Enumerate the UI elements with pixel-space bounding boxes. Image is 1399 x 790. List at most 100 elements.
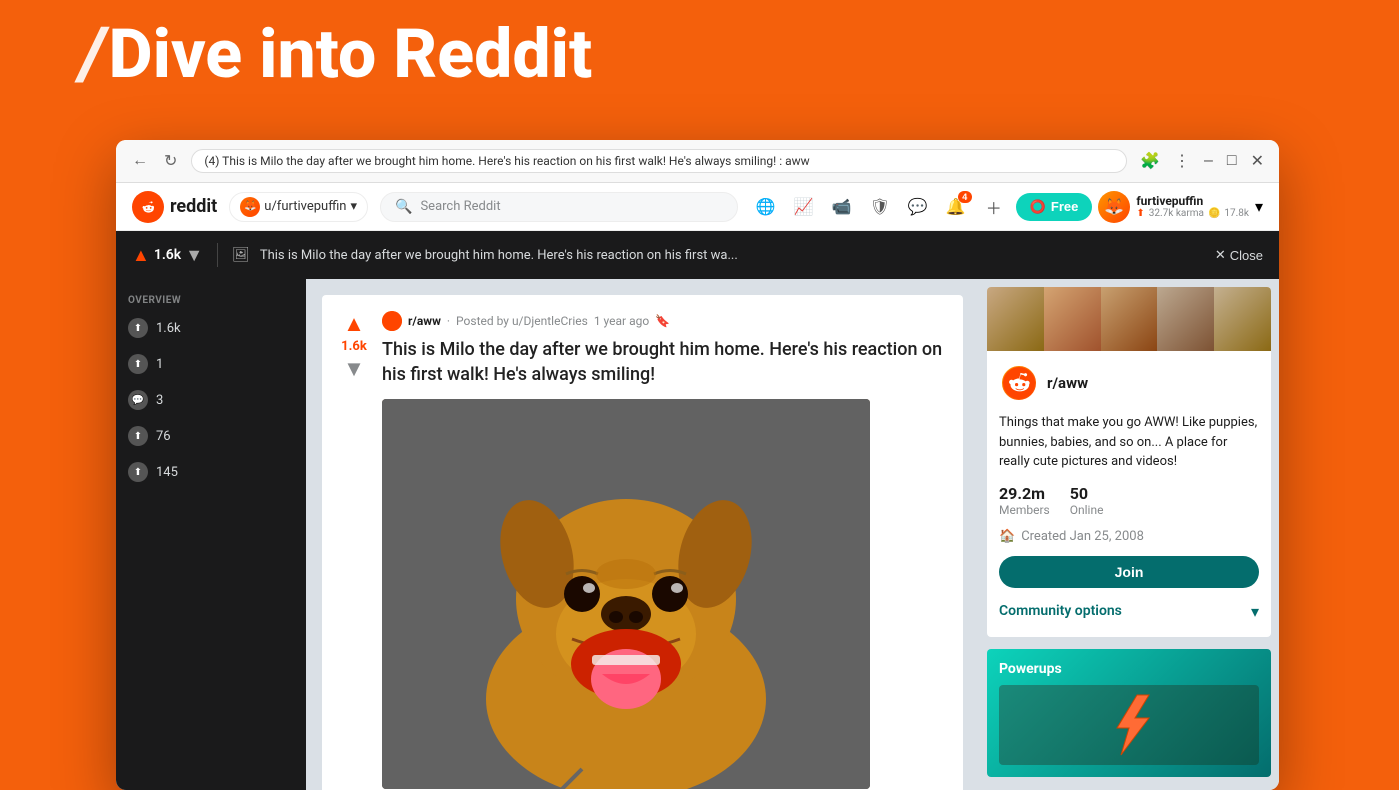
powerups-title: Powerups <box>999 661 1259 677</box>
members-value: 29.2m <box>999 484 1050 503</box>
notification-button[interactable]: 🔔 4 <box>940 191 972 223</box>
created-row: 🏠 Created Jan 25, 2008 <box>999 529 1259 544</box>
free-icon: ⭕ <box>1030 199 1046 215</box>
community-header: r/aww <box>999 363 1259 403</box>
downvote-button[interactable]: ▼ <box>343 356 365 382</box>
browser-chrome: ← ↻ (4) This is Milo the day after we br… <box>116 140 1279 183</box>
subreddit-icon <box>382 311 402 331</box>
back-button[interactable]: ← <box>128 150 152 172</box>
community-description: Things that make you go AWW! Like puppie… <box>999 413 1259 472</box>
banner-img-4 <box>1157 287 1214 351</box>
user-avatar-small: 🦊 <box>240 197 260 217</box>
user-selector-chevron: ▾ <box>350 199 357 214</box>
subreddit-name[interactable]: r/aww <box>408 314 441 328</box>
community-info: r/aww Things that make you go AWW! Like … <box>987 351 1271 637</box>
video-button[interactable]: 📹 <box>826 191 858 223</box>
sidebar-item-4[interactable]: ⬆ 145 <box>116 454 306 490</box>
post-card: ▲ 1.6k ▼ r/aww · Posted by u/DjentleCrie… <box>322 295 963 790</box>
sidebar-item-label-4: 145 <box>156 465 178 480</box>
extensions-button[interactable]: 🧩 <box>1137 148 1163 174</box>
powerups-card: Powerups <box>987 649 1271 777</box>
address-url: (4) This is Milo the day after we brough… <box>204 154 1114 168</box>
browser-actions: 🧩 ⋮ – □ ✕ <box>1137 148 1267 174</box>
profile-chevron: ▾ <box>1255 197 1263 216</box>
free-button[interactable]: ⭕ Free <box>1016 193 1093 221</box>
chat-button[interactable]: 💬 <box>902 191 934 223</box>
post-meta: r/aww · Posted by u/DjentleCries 1 year … <box>382 311 947 331</box>
post-icon: ⬆ <box>128 354 148 374</box>
trending-button[interactable]: 📈 <box>788 191 820 223</box>
created-text: Created Jan 25, 2008 <box>1021 529 1144 544</box>
downvote-arrow[interactable]: ▼ <box>185 245 203 266</box>
right-sidebar: r/aww Things that make you go AWW! Like … <box>979 279 1279 790</box>
close-button[interactable]: ✕ <box>1248 148 1267 174</box>
post-image <box>382 399 870 789</box>
user-avatar-large: 🦊 <box>1098 191 1130 223</box>
banner-divider <box>217 243 218 267</box>
browser-controls: ← ↻ <box>128 149 181 173</box>
notification-badge: 4 <box>958 191 972 203</box>
community-name: r/aww <box>1047 374 1088 392</box>
browser-titlebar: ← ↻ (4) This is Milo the day after we br… <box>116 140 1279 182</box>
cake-icon: 🏠 <box>999 529 1015 544</box>
sidebar-item-2[interactable]: 💬 3 <box>116 382 306 418</box>
more-button[interactable]: ⋮ <box>1171 148 1193 174</box>
banner-img-1 <box>987 287 1044 351</box>
reddit-logo-area[interactable]: reddit <box>132 191 217 223</box>
community-options-row[interactable]: Community options ▾ <box>999 598 1259 625</box>
sidebar-overview-label: OVERVIEW <box>116 287 306 310</box>
award-icon: ⬆ <box>128 462 148 482</box>
vote-column: ▲ 1.6k ▼ <box>338 311 370 789</box>
post-dot-sep: · <box>447 314 450 328</box>
sidebar-item-label-2: 3 <box>156 393 163 408</box>
left-sidebar: OVERVIEW ⬆ 1.6k ⬆ 1 💬 3 ⬆ 76 ⬆ 145 <box>116 279 306 790</box>
online-label: Online <box>1070 503 1104 517</box>
refresh-button[interactable]: ↻ <box>160 149 181 173</box>
slash-icon: / <box>80 18 105 90</box>
sidebar-item-1[interactable]: ⬆ 1 <box>116 346 306 382</box>
post-body: r/aww · Posted by u/DjentleCries 1 year … <box>382 311 947 789</box>
community-options-text: Community options <box>999 603 1122 619</box>
minimize-button[interactable]: – <box>1201 149 1216 173</box>
community-options-chevron: ▾ <box>1251 602 1259 621</box>
post-container: ▲ 1.6k ▼ r/aww · Posted by u/DjentleCrie… <box>306 279 979 790</box>
save-icon: ⬆ <box>128 426 148 446</box>
tagline-text: Dive into Reddit <box>109 20 593 88</box>
community-card: r/aww Things that make you go AWW! Like … <box>987 287 1271 637</box>
explore-button[interactable]: 🌐 <box>750 191 782 223</box>
members-label: Members <box>999 503 1050 517</box>
sidebar-item-overview[interactable]: ⬆ 1.6k <box>116 310 306 346</box>
banner-img-3 <box>1101 287 1158 351</box>
shield-button[interactable]: 🛡 <box>864 191 896 223</box>
user-profile-area[interactable]: 🦊 furtivepuffin ⬆ 32.7k karma 🪙 17.8k ▾ <box>1098 191 1263 223</box>
header-icons: 🌐 📈 📹 🛡 💬 🔔 4 ＋ ⭕ Free 🦊 furtivepuffin ⬆ <box>750 191 1263 223</box>
maximize-button[interactable]: □ <box>1224 149 1240 173</box>
join-button[interactable]: Join <box>999 556 1259 588</box>
address-bar[interactable]: (4) This is Milo the day after we brough… <box>191 149 1127 173</box>
image-icon: 🖼 <box>232 247 250 263</box>
main-content: OVERVIEW ⬆ 1.6k ⬆ 1 💬 3 ⬆ 76 ⬆ 145 <box>116 279 1279 790</box>
upvote-button[interactable]: ▲ <box>343 311 365 337</box>
lightning-svg <box>1099 690 1159 760</box>
overview-icon: ⬆ <box>128 318 148 338</box>
reddit-header: reddit 🦊 u/furtivepuffin ▾ 🔍 Search Redd… <box>116 183 1279 231</box>
upvote-arrow[interactable]: ▲ <box>132 245 150 266</box>
search-placeholder: Search Reddit <box>420 199 500 214</box>
post-title: This is Milo the day after we brought hi… <box>382 337 947 387</box>
banner-close-button[interactable]: ✕ Close <box>1215 247 1263 263</box>
karma-area: ⬆ 32.7k karma 🪙 17.8k <box>1136 208 1249 219</box>
online-stat: 50 Online <box>1070 484 1104 517</box>
sidebar-item-3[interactable]: ⬆ 76 <box>116 418 306 454</box>
sidebar-item-label-3: 76 <box>156 429 171 444</box>
plus-button[interactable]: ＋ <box>978 191 1010 223</box>
user-selector[interactable]: 🦊 u/furtivepuffin ▾ <box>229 192 368 222</box>
notification-banner: ▲ 1.6k ▼ 🖼 This is Milo the day after we… <box>116 231 1279 279</box>
search-icon: 🔍 <box>395 199 412 215</box>
search-bar[interactable]: 🔍 Search Reddit <box>380 192 738 222</box>
browser-window: ← ↻ (4) This is Milo the day after we br… <box>116 140 1279 790</box>
username-area: furtivepuffin ⬆ 32.7k karma 🪙 17.8k <box>1136 194 1249 219</box>
online-value: 50 <box>1070 484 1104 503</box>
close-x-icon: ✕ <box>1215 247 1226 263</box>
community-avatar <box>999 363 1039 403</box>
community-stats: 29.2m Members 50 Online <box>999 484 1259 517</box>
